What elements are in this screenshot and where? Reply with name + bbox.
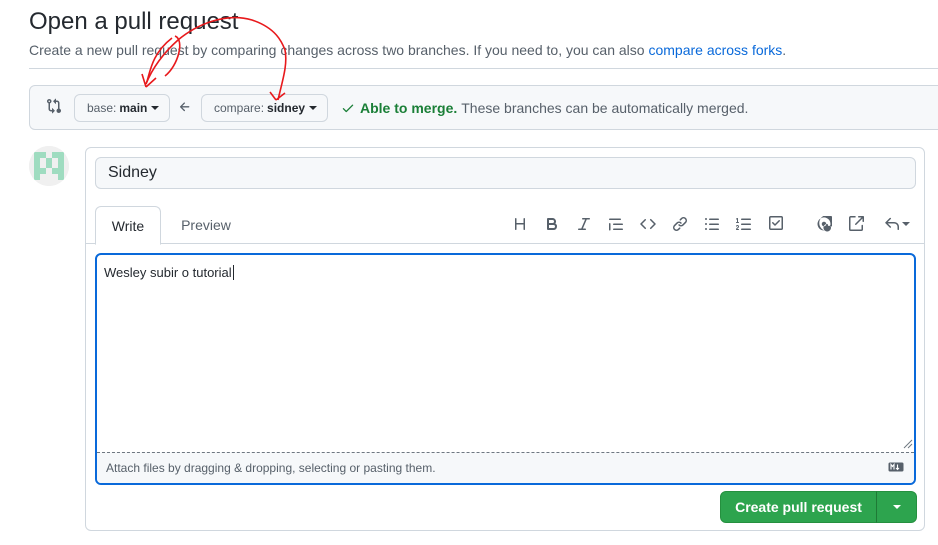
create-pull-request-button[interactable]: Create pull request	[720, 491, 877, 523]
merge-message: These branches can be automatically merg…	[461, 100, 749, 116]
branch-range-bar: base: main compare: sidney Able to merge. …	[29, 85, 938, 130]
merge-status: Able to merge. These branches can be aut…	[341, 100, 748, 116]
chevron-down-icon	[309, 106, 318, 110]
task-list-icon[interactable]	[766, 214, 786, 234]
compare-branch-name: sidney	[267, 101, 306, 115]
pr-body-textarea[interactable]: Wesley subir o tutorial Attach files by …	[95, 253, 916, 485]
compare-branch-button[interactable]: compare: sidney	[201, 94, 329, 122]
reply-icon[interactable]	[882, 214, 912, 234]
text-cursor	[232, 265, 234, 280]
subtitle-end: .	[782, 42, 787, 58]
ordered-list-icon[interactable]	[734, 214, 754, 234]
chevron-down-icon	[902, 222, 910, 226]
subtitle-text: Create a new pull request by comparing c…	[29, 42, 645, 58]
arrow-left-icon	[179, 102, 190, 112]
chevron-down-icon	[151, 106, 160, 110]
reference-icon[interactable]	[846, 214, 866, 234]
header-divider	[29, 68, 938, 69]
page-title: Open a pull request	[29, 8, 239, 35]
compare-prefix: compare:	[214, 101, 265, 115]
base-branch-name: main	[119, 101, 148, 115]
mention-icon[interactable]	[814, 214, 834, 234]
heading-icon[interactable]	[510, 214, 530, 234]
merge-ok-label: Able to merge.	[360, 100, 458, 116]
check-icon	[342, 104, 354, 113]
link-icon[interactable]	[670, 214, 690, 234]
pr-body-text: Wesley subir o tutorial	[104, 265, 234, 280]
base-prefix: base:	[87, 101, 117, 115]
compare-across-forks-link[interactable]: compare across forks	[648, 42, 782, 58]
pr-title-input[interactable]	[95, 157, 916, 189]
attach-files-hint: Attach files by dragging & dropping, sel…	[106, 461, 436, 475]
bold-icon[interactable]	[542, 214, 562, 234]
markdown-icon[interactable]	[888, 462, 904, 472]
page-subtitle: Create a new pull request by comparing c…	[29, 42, 786, 58]
file-attachment-area[interactable]: Attach files by dragging & dropping, sel…	[97, 452, 914, 483]
resize-handle-icon[interactable]	[903, 439, 913, 449]
create-options-dropdown[interactable]	[876, 491, 917, 523]
editor-tabs: Write Preview	[86, 206, 924, 245]
avatar[interactable]	[29, 146, 69, 186]
pr-body-value: Wesley subir o tutorial	[104, 265, 232, 280]
italic-icon[interactable]	[574, 214, 594, 234]
unordered-list-icon[interactable]	[702, 214, 722, 234]
quote-icon[interactable]	[606, 214, 626, 234]
markdown-toolbar	[508, 214, 918, 234]
pull-request-composer: Write Preview	[85, 147, 925, 531]
chevron-down-icon	[892, 505, 901, 509]
code-icon[interactable]	[638, 214, 658, 234]
base-branch-button[interactable]: base: main	[74, 94, 171, 122]
tab-preview[interactable]: Preview	[170, 206, 242, 244]
tab-write[interactable]: Write	[95, 206, 161, 245]
identicon-image	[29, 146, 69, 186]
git-compare-icon	[47, 98, 62, 114]
